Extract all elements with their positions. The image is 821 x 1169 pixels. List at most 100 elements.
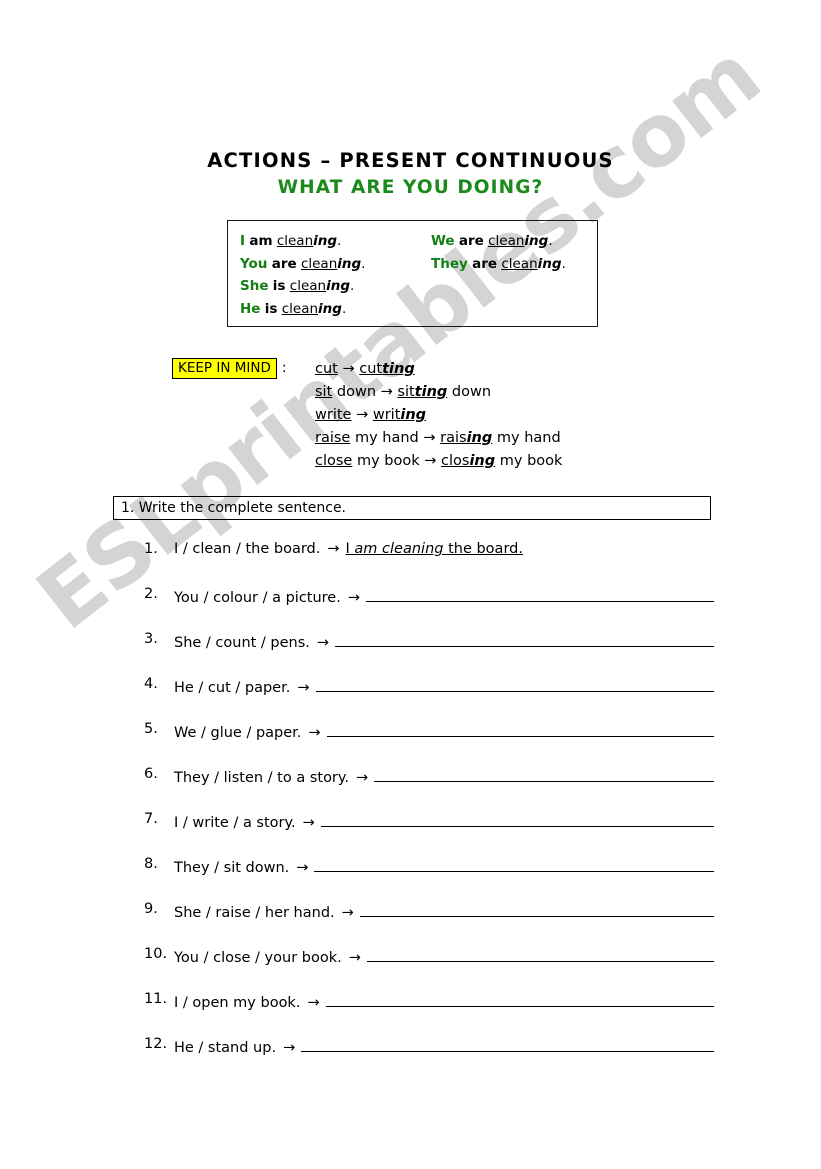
answer-blank-line[interactable]: [301, 1036, 714, 1052]
arrow-icon: →: [302, 815, 315, 831]
example-result-ending: ting: [382, 361, 415, 377]
conjugation-line: They are cleaning.: [431, 253, 566, 276]
answer-verb-phrase: am cleaning: [354, 541, 444, 557]
example-base-stem: sit: [315, 384, 333, 400]
example-result-tail: down: [447, 384, 492, 400]
exercise-item: 10. You / close / your book. →: [144, 946, 714, 991]
item-body: You / colour / a picture. →: [174, 586, 714, 606]
item-prompt: She / count / pens.: [174, 635, 310, 651]
item-number: 7.: [144, 811, 158, 827]
answer-blank-line[interactable]: [374, 766, 714, 782]
conjugation-line: You are cleaning.: [240, 253, 365, 276]
exercise-item: 3. She / count / pens. →: [144, 631, 714, 676]
example-result-tail: my hand: [492, 430, 561, 446]
answer-blank-line[interactable]: [326, 721, 714, 737]
answer-post: the board.: [443, 541, 523, 557]
exercise-item: 9. She / raise / her hand. →: [144, 901, 714, 946]
verb-ending: ing: [337, 255, 362, 272]
auxiliary-verb: are: [271, 255, 297, 272]
exercise-item: 8. They / sit down. →: [144, 856, 714, 901]
pronoun: She: [240, 278, 269, 294]
period: .: [349, 278, 355, 294]
item-body: They / listen / to a story. →: [174, 766, 714, 786]
example-result-tail: my book: [495, 453, 563, 469]
arrow-icon: →: [296, 860, 309, 876]
example-result-ending: ing: [400, 407, 427, 423]
item-prompt: You / colour / a picture.: [174, 590, 341, 606]
arrow-icon: →: [347, 590, 360, 606]
verb-stem: clean: [488, 233, 525, 249]
period: .: [337, 233, 342, 249]
example-result-stem: clos: [441, 453, 470, 469]
exercise-item: 7. I / write / a story. →: [144, 811, 714, 856]
auxiliary-verb: is: [264, 300, 278, 317]
keep-in-mind-examples: cut → cutting sit down → sitting down wr…: [315, 358, 735, 473]
keep-in-mind-example: close my book → closing my book: [315, 450, 735, 473]
verb-ending: ing: [318, 300, 342, 317]
conjugation-line: We are cleaning.: [431, 230, 566, 253]
example-result-stem: sit: [397, 384, 415, 400]
arrow-icon: →: [356, 770, 369, 786]
answer-blank-line[interactable]: [320, 811, 714, 827]
item-number: 10.: [144, 946, 168, 962]
arrow-icon: →: [341, 905, 354, 921]
item-prompt: She / raise / her hand.: [174, 905, 335, 921]
auxiliary-verb: are: [472, 255, 498, 272]
keep-in-mind-badge: KEEP IN MIND: [172, 358, 277, 379]
conjugation-line: I am cleaning.: [240, 230, 365, 253]
item-body: You / close / your book. →: [174, 946, 714, 966]
answer-blank-line[interactable]: [314, 856, 714, 872]
exercise-item: 1. I / clean / the board. → I am cleanin…: [144, 541, 714, 586]
answer-blank-line[interactable]: [359, 901, 714, 917]
item-prompt: He / stand up.: [174, 1040, 277, 1056]
item-body: I / clean / the board. → I am cleaning t…: [174, 541, 714, 557]
answer-blank-line[interactable]: [335, 631, 714, 647]
item-prompt: I / open my book.: [174, 995, 301, 1011]
exercise-item: 4. He / cut / paper. →: [144, 676, 714, 721]
instruction-text: 1. Write the complete sentence.: [121, 500, 347, 516]
verb-stem: clean: [276, 233, 314, 249]
page-subtitle: WHAT ARE YOU DOING?: [277, 177, 544, 198]
arrow-icon: →: [297, 680, 310, 696]
arrow-icon: →: [327, 541, 340, 557]
verb-ending: ing: [537, 255, 562, 272]
item-body: I / open my book. →: [174, 991, 714, 1011]
example-result-stem: cut: [359, 361, 383, 377]
page-title: ACTIONS – PRESENT CONTINUOUS: [207, 149, 614, 172]
auxiliary-verb: am: [249, 233, 273, 249]
pronoun: I: [240, 233, 246, 249]
example-base-stem: write: [315, 407, 352, 423]
arrow-icon: →: [348, 950, 361, 966]
period: .: [341, 300, 347, 317]
item-body: We / glue / paper. →: [174, 721, 714, 741]
item-number: 6.: [144, 766, 158, 782]
arrow-icon: →: [380, 384, 393, 400]
item-prompt: I / write / a story.: [174, 815, 296, 831]
keep-in-mind-example: write → writing: [315, 404, 735, 427]
example-base-stem: raise: [315, 430, 351, 446]
example-result-stem: writ: [372, 407, 401, 423]
item-body: I / write / a story. →: [174, 811, 714, 831]
arrow-icon: →: [424, 453, 437, 469]
answer-blank-line[interactable]: [315, 676, 714, 692]
item-number: 1.: [144, 541, 158, 557]
item-body: She / count / pens. →: [174, 631, 714, 651]
keep-in-mind-example: cut → cutting: [315, 358, 735, 381]
auxiliary-verb: is: [272, 278, 286, 294]
example-base-stem: cut: [315, 361, 338, 377]
answer-blank-line[interactable]: [366, 946, 714, 962]
pronoun: We: [431, 233, 455, 249]
item-body: He / stand up. →: [174, 1036, 714, 1056]
answer-blank-line[interactable]: [366, 586, 714, 602]
answer-blank-line[interactable]: [325, 991, 714, 1007]
arrow-icon: →: [356, 407, 369, 423]
period: .: [361, 255, 366, 272]
verb-ending: ing: [524, 233, 549, 249]
item-number: 12.: [144, 1036, 168, 1052]
item-prompt: I / clean / the board.: [174, 541, 321, 557]
period: .: [561, 255, 566, 272]
item-number: 9.: [144, 901, 158, 917]
exercise-item: 11. I / open my book. →: [144, 991, 714, 1036]
arrow-icon: →: [307, 995, 320, 1011]
item-body: She / raise / her hand. →: [174, 901, 714, 921]
